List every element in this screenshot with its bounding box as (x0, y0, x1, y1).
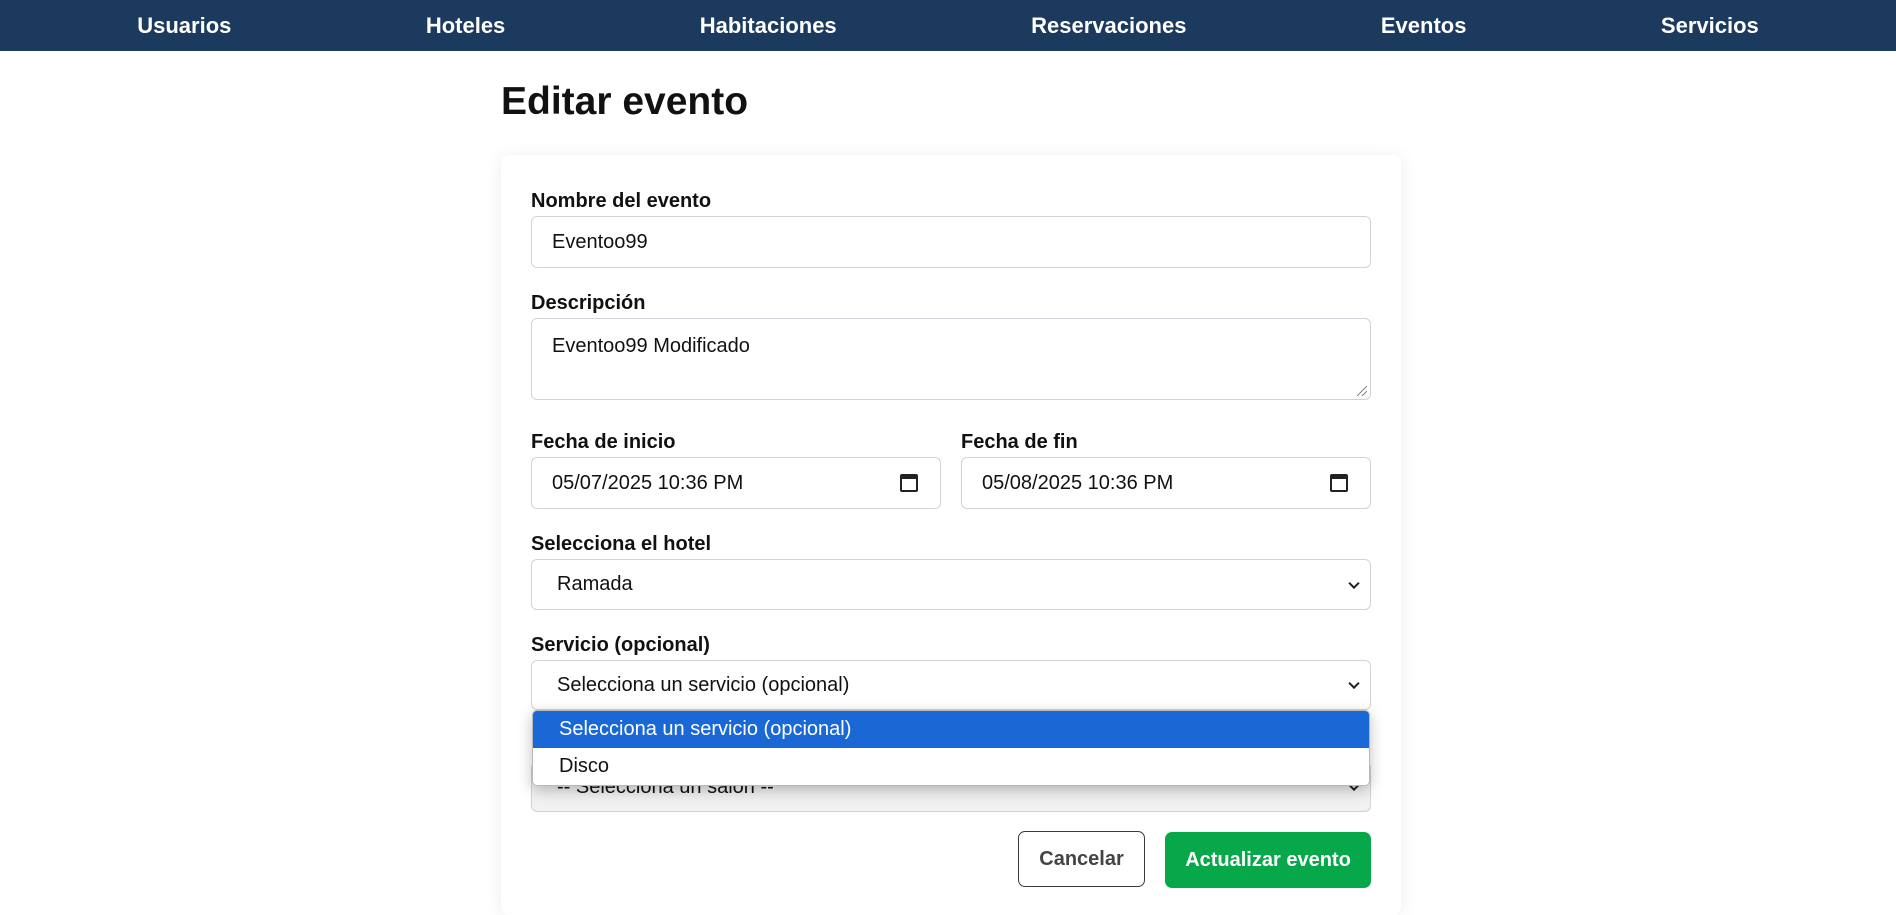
nav-item-hoteles[interactable]: Hoteles (398, 7, 533, 45)
chevron-down-icon (1348, 677, 1360, 690)
top-navbar: Usuarios Hoteles Habitaciones Reservacio… (0, 0, 1896, 51)
descripcion-label: Descripción (531, 292, 646, 314)
nav-item-usuarios[interactable]: Usuarios (109, 7, 259, 45)
hotel-label: Selecciona el hotel (531, 533, 712, 555)
nav-item-eventos[interactable]: Eventos (1353, 7, 1495, 45)
nombre-value: Eventoo99 (552, 230, 648, 253)
page-title: Editar evento (501, 80, 749, 123)
nombre-input[interactable]: Eventoo99 (531, 216, 1371, 268)
servicio-dropdown-list: Selecciona un servicio (opcional) Disco (532, 710, 1370, 786)
hotel-selected-value: Ramada (557, 573, 633, 595)
hotel-select[interactable]: Ramada (531, 559, 1371, 610)
dropdown-option-selecciona-servicio[interactable]: Selecciona un servicio (opcional) (533, 711, 1369, 748)
cancel-button[interactable]: Cancelar (1018, 831, 1145, 887)
servicio-label: Servicio (opcional) (531, 634, 710, 656)
fecha-fin-label: Fecha de fin (961, 431, 1078, 453)
servicio-select[interactable]: Selecciona un servicio (opcional) (531, 660, 1371, 710)
update-event-button[interactable]: Actualizar evento (1165, 832, 1371, 888)
servicio-selected-value: Selecciona un servicio (opcional) (557, 673, 850, 696)
fecha-inicio-label: Fecha de inicio (531, 431, 676, 453)
nav-item-reservaciones[interactable]: Reservaciones (1003, 7, 1214, 45)
nav-item-servicios[interactable]: Servicios (1633, 7, 1787, 45)
fecha-inicio-value: 05/07/2025 10:36 PM (552, 471, 744, 494)
calendar-icon[interactable] (900, 474, 918, 492)
calendar-icon[interactable] (1330, 474, 1348, 492)
chevron-down-icon (1348, 577, 1360, 589)
descripcion-textarea[interactable]: Eventoo99 Modificado (531, 318, 1371, 400)
fecha-fin-input[interactable]: 05/08/2025 10:36 PM (961, 457, 1371, 509)
dropdown-option-disco[interactable]: Disco (533, 748, 1369, 785)
nav-item-habitaciones[interactable]: Habitaciones (672, 7, 865, 45)
nombre-label: Nombre del evento (531, 190, 712, 212)
fecha-inicio-input[interactable]: 05/07/2025 10:36 PM (531, 457, 941, 509)
descripcion-value: Eventoo99 Modificado (552, 335, 750, 357)
resize-grip-icon[interactable] (1357, 386, 1367, 396)
fecha-fin-value: 05/08/2025 10:36 PM (982, 471, 1174, 494)
